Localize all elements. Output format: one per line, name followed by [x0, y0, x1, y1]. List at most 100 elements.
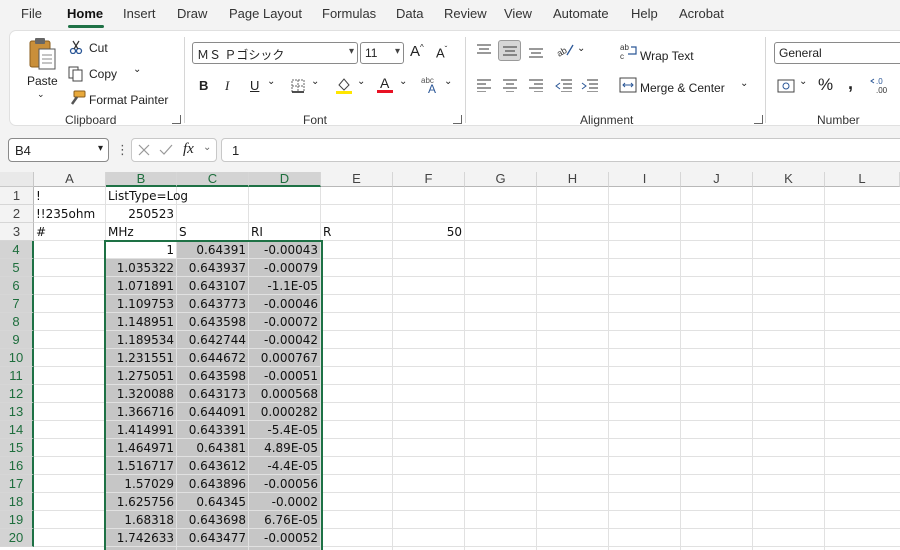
formula-input[interactable]: 1 — [221, 138, 900, 162]
increase-decimal-icon[interactable]: .0 .00 — [870, 75, 900, 95]
row-header[interactable]: 7 — [0, 295, 34, 313]
tab-page-layout[interactable]: Page Layout — [229, 6, 302, 21]
phonetic-guide-icon[interactable]: abc A — [420, 75, 442, 95]
cut-button[interactable]: Cut — [89, 41, 108, 55]
tab-draw[interactable]: Draw — [177, 6, 207, 21]
row-header[interactable]: 19 — [0, 511, 34, 529]
fill-color-dropdown-icon[interactable]: ⌄ — [357, 76, 365, 87]
cut-icon[interactable] — [69, 40, 83, 54]
wrap-text-icon[interactable]: ab c — [619, 42, 639, 60]
row-header[interactable]: 13 — [0, 403, 34, 421]
row-header[interactable]: 3 — [0, 223, 34, 241]
select-all-corner[interactable] — [0, 172, 34, 187]
insert-function-icon[interactable]: fx — [183, 141, 194, 158]
font-color-icon[interactable]: A — [376, 75, 394, 94]
font-size-select[interactable]: 11 ▾ — [360, 42, 404, 64]
cell-b1[interactable]: ListType=Log — [106, 187, 246, 205]
enter-icon[interactable] — [159, 144, 173, 156]
cell-a2[interactable]: !!235ohm — [34, 205, 106, 223]
row-header[interactable]: 14 — [0, 421, 34, 439]
chevron-down-icon[interactable]: ⌄ — [203, 142, 211, 153]
cell-area[interactable]: ! ListType=Log !!235ohm 250523 # MHz S R… — [34, 187, 900, 550]
column-header-i[interactable]: I — [609, 172, 681, 187]
merge-center-icon[interactable] — [619, 77, 637, 93]
row-header[interactable]: 8 — [0, 313, 34, 331]
italic-button[interactable]: I — [225, 78, 229, 94]
cell-b2[interactable]: 250523 — [106, 205, 177, 223]
align-bottom-icon[interactable] — [528, 47, 544, 59]
alignment-dialog-launcher-icon[interactable] — [754, 115, 763, 124]
accounting-format-icon[interactable] — [777, 77, 797, 95]
align-top-icon[interactable] — [476, 44, 492, 56]
fill-color-icon[interactable] — [335, 76, 353, 94]
column-header-l[interactable]: L — [825, 172, 900, 187]
align-left-icon[interactable] — [476, 78, 492, 92]
increase-indent-icon[interactable] — [581, 78, 599, 92]
percent-style-icon[interactable]: % — [818, 75, 833, 95]
tab-review[interactable]: Review — [444, 6, 487, 21]
name-box[interactable]: B4 ▾ — [8, 138, 109, 162]
row-header[interactable]: 5 — [0, 259, 34, 277]
row-header[interactable]: 16 — [0, 457, 34, 475]
decrease-font-size-icon[interactable]: Aˇ — [436, 45, 447, 60]
format-painter-button[interactable]: Format Painter — [89, 93, 168, 107]
tab-view[interactable]: View — [504, 6, 532, 21]
underline-button[interactable]: U — [250, 78, 259, 93]
row-header[interactable]: 9 — [0, 331, 34, 349]
cancel-icon[interactable] — [138, 144, 150, 156]
decrease-indent-icon[interactable] — [555, 78, 573, 92]
row-header[interactable]: 15 — [0, 439, 34, 457]
cell-e3[interactable]: R — [321, 223, 393, 241]
row-header[interactable]: 17 — [0, 475, 34, 493]
cell-d3[interactable]: RI — [249, 223, 321, 241]
underline-dropdown-icon[interactable]: ⌄ — [267, 76, 275, 87]
copy-icon[interactable] — [68, 66, 84, 82]
borders-icon[interactable] — [291, 79, 305, 93]
row-header[interactable]: 6 — [0, 277, 34, 295]
tab-data[interactable]: Data — [396, 6, 423, 21]
worksheet-grid[interactable]: A B C D E F G H I J K L 1 2 3 4 5 6 7 8 … — [0, 172, 900, 550]
merge-center-button[interactable]: Merge & Center — [640, 81, 725, 95]
tab-insert[interactable]: Insert — [123, 6, 156, 21]
cell-a3[interactable]: # — [34, 223, 106, 241]
font-dialog-launcher-icon[interactable] — [453, 115, 462, 124]
row-header[interactable]: 10 — [0, 349, 34, 367]
align-right-icon[interactable] — [528, 78, 544, 92]
font-color-dropdown-icon[interactable]: ⌄ — [399, 76, 407, 87]
comma-style-icon[interactable]: , — [848, 73, 853, 94]
tab-automate[interactable]: Automate — [553, 6, 609, 21]
orientation-dropdown-icon[interactable]: ⌄ — [577, 43, 585, 54]
row-header[interactable]: 12 — [0, 385, 34, 403]
row-header[interactable]: 1 — [0, 187, 34, 205]
column-header-j[interactable]: J — [681, 172, 753, 187]
row-header[interactable]: 18 — [0, 493, 34, 511]
column-header-f[interactable]: F — [393, 172, 465, 187]
tab-help[interactable]: Help — [631, 6, 658, 21]
copy-dropdown-icon[interactable]: ⌄ — [133, 64, 141, 75]
clipboard-dialog-launcher-icon[interactable] — [172, 115, 181, 124]
font-name-select[interactable]: ＭＳ Ｐゴシック ▾ — [192, 42, 358, 64]
tab-file[interactable]: File — [21, 6, 42, 21]
wrap-text-button[interactable]: Wrap Text — [640, 49, 694, 63]
more-options-icon[interactable]: ⋮ — [116, 142, 129, 158]
column-header-h[interactable]: H — [537, 172, 609, 187]
cell-c3[interactable]: S — [177, 223, 249, 241]
tab-formulas[interactable]: Formulas — [322, 6, 376, 21]
cell-a1[interactable]: ! — [34, 187, 106, 205]
cell-f3[interactable]: 50 — [393, 223, 465, 241]
row-header[interactable]: 20 — [0, 529, 34, 547]
column-header-c[interactable]: C — [177, 172, 249, 187]
column-header-k[interactable]: K — [753, 172, 825, 187]
format-painter-icon[interactable] — [68, 90, 86, 106]
paste-dropdown-icon[interactable]: ⌄ — [37, 89, 45, 100]
paste-icon[interactable] — [27, 37, 57, 71]
orientation-icon[interactable]: ab — [555, 42, 575, 58]
borders-dropdown-icon[interactable]: ⌄ — [311, 76, 319, 87]
tab-home[interactable]: Home — [67, 6, 103, 21]
column-header-d[interactable]: D — [249, 172, 321, 187]
column-header-g[interactable]: G — [465, 172, 537, 187]
column-header-e[interactable]: E — [321, 172, 393, 187]
tab-acrobat[interactable]: Acrobat — [679, 6, 724, 21]
phonetic-dropdown-icon[interactable]: ⌄ — [444, 76, 452, 87]
accounting-dropdown-icon[interactable]: ⌄ — [799, 76, 807, 87]
